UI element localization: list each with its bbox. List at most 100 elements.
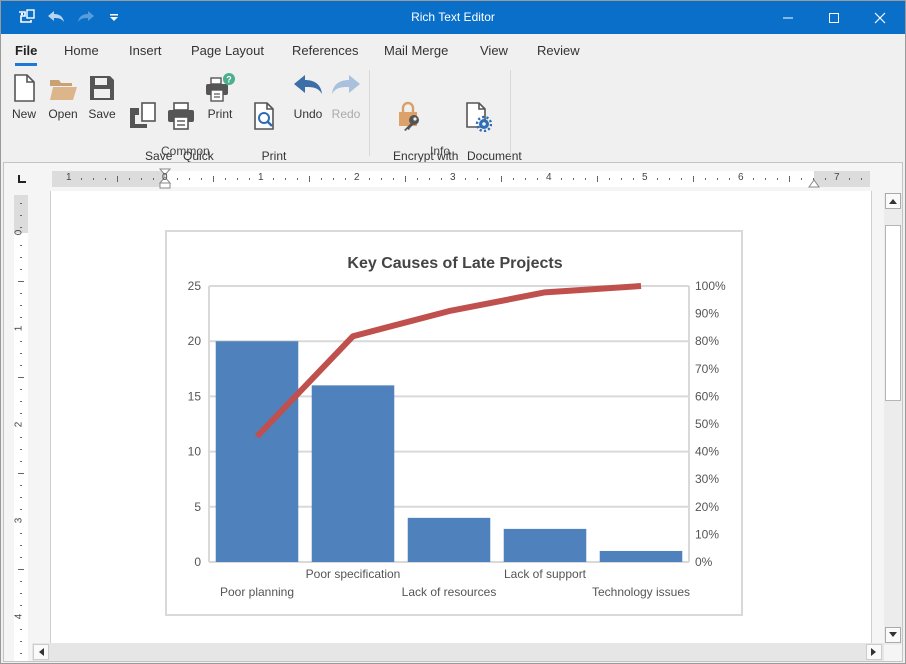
ruler-tick [141,178,142,180]
group-separator [369,70,370,156]
y2-tick-label: 10% [695,527,719,541]
ruler-tick [20,641,22,642]
ruler-tick [20,461,22,462]
tab-view[interactable]: View [480,43,508,58]
vertical-scrollbar[interactable] [884,193,902,645]
ruler-tick [117,176,118,182]
scroll-down-button[interactable] [885,627,901,643]
ruler-number: 2 [13,421,25,428]
group-separator [510,70,511,156]
ruler-tick [20,305,22,306]
arrow-left-icon [39,648,44,656]
ruler-tick [18,281,24,282]
ruler-tick [20,653,22,654]
ruler-tick [153,178,154,180]
horizontal-ruler[interactable]: 1 0 1 2 3 4 5 6 7 [52,168,870,189]
arrow-up-icon [889,199,897,204]
bar [215,341,299,562]
y2-tick-label: 100% [695,279,726,293]
y2-tick-label: 40% [695,445,719,459]
redo-label: Redo [331,107,361,121]
ruler-tick [213,176,214,182]
right-indent-marker[interactable] [808,178,820,188]
arrow-right-icon [871,648,876,656]
ruler-number: 1 [258,172,264,183]
tab-home[interactable]: Home [64,43,99,58]
ruler-number: 6 [738,172,744,183]
ruler-tick [789,176,790,182]
document-page[interactable]: Key Causes of Late Projects 0 5 10 15 20 25 0… [50,191,872,643]
ruler-tick [20,269,22,270]
print-button[interactable]: ? Print [203,72,237,121]
ruler-tick [273,178,274,180]
horizontal-scrollbar[interactable] [32,643,884,661]
bar [311,385,395,562]
ruler-tick [20,341,22,342]
arrow-down-icon [889,632,897,637]
ruler-number: 0 [162,172,168,183]
ruler-number: 2 [354,172,360,183]
open-label: Open [48,107,78,121]
ruler-tick [20,533,22,534]
minimize-button[interactable] [765,1,811,34]
ruler-tick [441,178,442,180]
encrypt-lock-key-icon [399,101,419,131]
app-window: Rich Text Editor File Home Insert Page L… [0,0,906,664]
ruler-number: 5 [642,172,648,183]
y2-tick-label: 70% [695,362,719,376]
ruler-tick [525,178,526,180]
ruler-tick [477,178,478,180]
minimize-icon [783,17,793,18]
ruler-tick [20,365,22,366]
ruler-tick [20,557,22,558]
ruler-tick [561,178,562,180]
ruler-tick [20,437,22,438]
undo-button[interactable]: Undo [291,72,325,121]
ruler-tick [20,257,22,258]
scroll-left-button[interactable] [33,644,49,660]
tab-review[interactable]: Review [537,43,580,58]
ruler-tick [18,377,24,378]
ruler-tick [20,593,22,594]
ruler-tick [681,178,682,180]
open-button[interactable]: Open [45,72,81,121]
maximize-button[interactable] [811,1,857,34]
ruler-tick [825,178,826,180]
tab-insert[interactable]: Insert [129,43,162,58]
vertical-ruler[interactable]: 0 1 2 3 4 [13,195,28,661]
open-folder-icon [50,80,77,100]
new-button[interactable]: New [7,72,41,121]
tab-references[interactable]: References [292,43,358,58]
y2-tick-label: 50% [695,417,719,431]
ruler-number: 1 [66,172,72,183]
ruler-tick [20,497,22,498]
save-icon [90,76,114,100]
ruler-tick [813,178,814,180]
scroll-up-button[interactable] [885,193,901,209]
redo-icon [332,75,360,94]
ruler-tick [81,178,82,180]
tab-mail-merge[interactable]: Mail Merge [384,43,448,58]
redo-button[interactable]: Redo [329,72,363,121]
tab-page-layout[interactable]: Page Layout [191,43,264,58]
x-category-label: Poor specification [306,567,401,581]
title-bar: Rich Text Editor [1,1,905,34]
x-category-label: Lack of support [504,567,587,581]
ruler-number: 0 [13,229,25,236]
ruler-tick [369,178,370,180]
x-category-label: Lack of resources [402,585,497,599]
ruler-tick [297,178,298,180]
close-button[interactable] [857,1,903,34]
ruler-tick [20,317,22,318]
ruler-tick [105,178,106,180]
scroll-right-button[interactable] [866,644,882,660]
pareto-chart[interactable]: Key Causes of Late Projects 0 5 10 15 20 25 0… [165,230,743,616]
vertical-scroll-thumb[interactable] [885,225,901,401]
ruler-number: 3 [450,172,456,183]
tab-file[interactable]: File [15,43,38,66]
save-button[interactable]: Save [87,72,117,121]
chart-title: Key Causes of Late Projects [347,255,562,272]
ruler-tick [693,176,694,182]
tab-stop-selector[interactable] [18,175,26,183]
y-tick-label: 15 [188,389,202,403]
